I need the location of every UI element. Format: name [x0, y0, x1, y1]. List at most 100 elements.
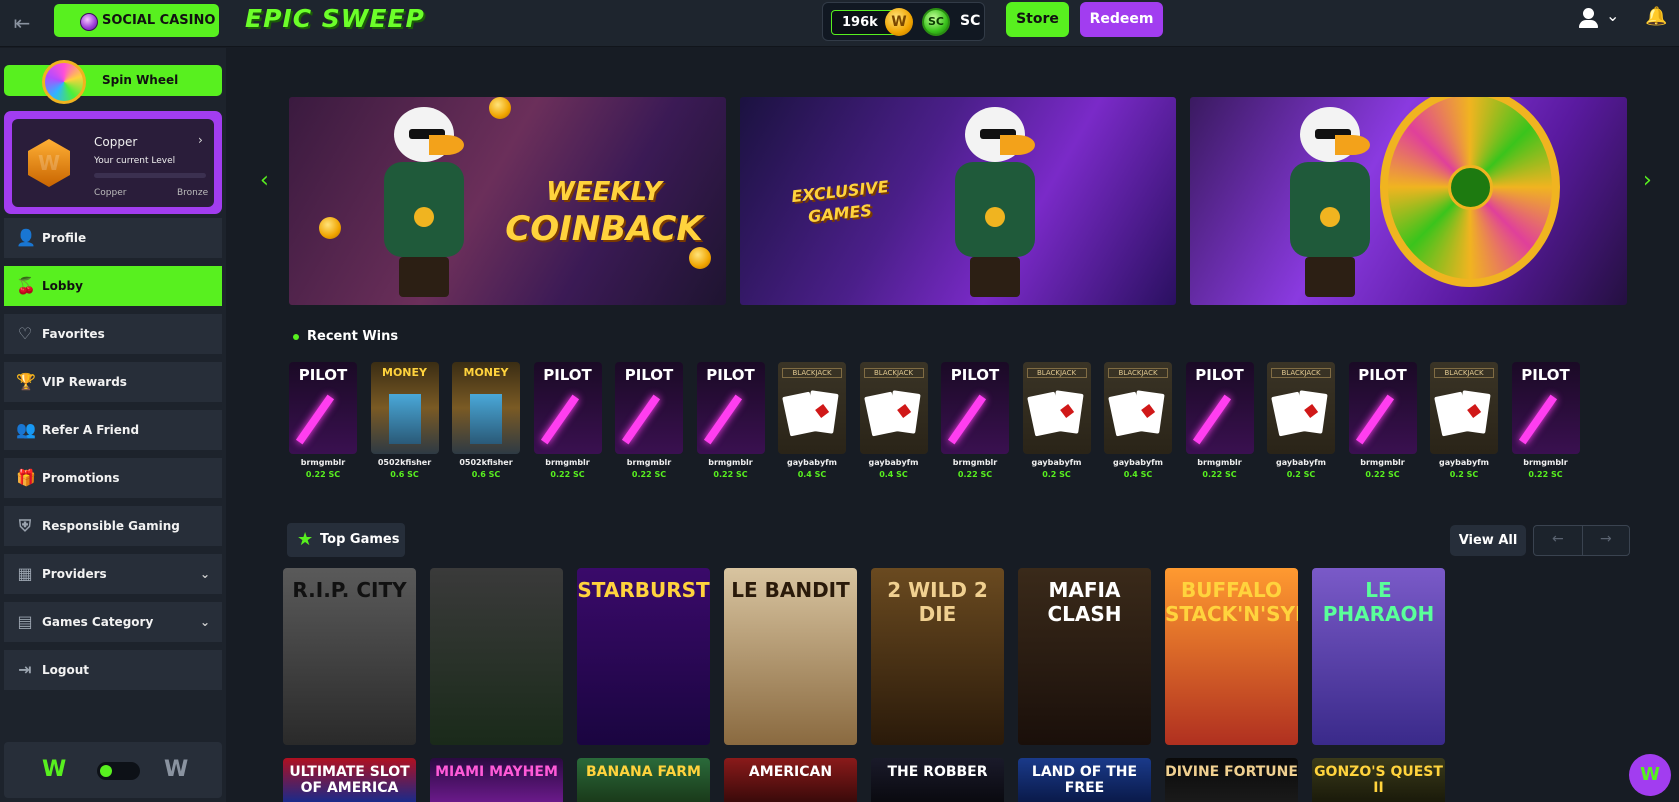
- sidebar-item-favorites[interactable]: ♡ Favorites: [4, 314, 222, 354]
- game-thumbnail[interactable]: PILOT: [1348, 362, 1417, 454]
- game-tile[interactable]: MAFIA CLASH: [1018, 568, 1151, 745]
- recent-win-item[interactable]: PILOT brmgmblr 0.22 SC: [941, 362, 1009, 479]
- sidebar-item-providers[interactable]: ▦ Providers ⌄: [4, 554, 222, 594]
- chevron-down-icon: ⌄: [199, 567, 210, 581]
- game-tile[interactable]: LAND OF THE FREE: [1018, 758, 1151, 802]
- recent-win-item[interactable]: PILOT brmgmblr 0.22 SC: [696, 362, 765, 479]
- carousel-next-icon[interactable]: ›: [1643, 168, 1652, 193]
- recent-win-item[interactable]: PILOT brmgmblr 0.22 SC: [1185, 362, 1254, 479]
- game-thumbnail[interactable]: BLACKJACK: [778, 362, 846, 454]
- game-tile[interactable]: STARBURST: [577, 568, 710, 745]
- game-thumbnail[interactable]: MONEY: [370, 362, 439, 454]
- game-thumbnail[interactable]: PILOT: [289, 362, 357, 454]
- recent-win-item[interactable]: PILOT brmgmblr 0.22 SC: [1511, 362, 1580, 479]
- recent-win-item[interactable]: BLACKJACK gaybabyfm 0.2 SC: [1022, 362, 1091, 479]
- winner-username: gaybabyfm: [1113, 458, 1163, 467]
- level-card[interactable]: W Copper › Your current Level Copper Bro…: [4, 111, 222, 214]
- game-tile[interactable]: BANANA FARM: [577, 758, 710, 802]
- win-amount: 0.22 SC: [1365, 470, 1400, 479]
- logo[interactable]: EPIC SWEEP: [245, 4, 425, 33]
- chevron-down-icon[interactable]: ⌄: [1606, 6, 1619, 25]
- game-tile[interactable]: [430, 568, 563, 745]
- win-amount: 0.22 SC: [713, 470, 748, 479]
- game-thumbnail[interactable]: PILOT: [696, 362, 765, 454]
- game-thumbnail[interactable]: BLACKJACK: [1267, 362, 1335, 454]
- game-title: BUFFALO STACK'N'SYNC: [1165, 578, 1298, 626]
- game-thumbnail[interactable]: PILOT: [1511, 362, 1580, 454]
- game-tile[interactable]: MIAMI MAYHEM: [430, 758, 563, 802]
- game-tile[interactable]: ULTIMATE SLOT OF AMERICA: [283, 758, 416, 802]
- sidebar-item-promotions[interactable]: 🎁 Promotions: [4, 458, 222, 498]
- game-thumbnail[interactable]: PILOT: [1185, 362, 1254, 454]
- game-thumbnail[interactable]: BLACKJACK: [1430, 362, 1498, 454]
- banner-spin-wheel[interactable]: [1190, 97, 1627, 305]
- game-logo-text: MONEY: [463, 366, 509, 379]
- game-tile[interactable]: 2 WILD 2 DIE: [871, 568, 1004, 745]
- recent-wins-title: Recent Wins: [307, 329, 399, 344]
- game-tile[interactable]: LE PHARAOH: [1312, 568, 1445, 745]
- banner-weekly-coinback[interactable]: WEEKLY COINBACK: [289, 97, 726, 305]
- sidebar-item-label: Games Category: [42, 615, 154, 629]
- game-tile[interactable]: BUFFALO STACK'N'SYNC: [1165, 568, 1298, 745]
- recent-win-item[interactable]: PILOT brmgmblr 0.22 SC: [289, 362, 357, 479]
- carousel-prev-icon[interactable]: ‹: [260, 168, 269, 193]
- sidebar-item-lobby[interactable]: 🍒 Lobby: [4, 266, 222, 306]
- eagle-mascot: [1275, 107, 1385, 297]
- game-thumbnail[interactable]: MONEY: [452, 362, 520, 454]
- game-tile[interactable]: AMERICAN: [724, 758, 857, 802]
- view-all-button[interactable]: View All: [1450, 525, 1526, 556]
- social-casino-button[interactable]: SOCIAL CASINO: [54, 4, 219, 37]
- recent-win-item[interactable]: PILOT brmgmblr 0.22 SC: [533, 362, 602, 479]
- sidebar-item-vip-rewards[interactable]: 🏆 VIP Rewards: [4, 362, 222, 402]
- prize-wheel-image: [1380, 97, 1560, 287]
- gold-coin-icon[interactable]: W: [885, 8, 913, 36]
- user-icon[interactable]: [1578, 8, 1598, 30]
- theme-toggle[interactable]: [97, 762, 140, 780]
- sidebar-item-logout[interactable]: ⇥ Logout: [4, 650, 222, 690]
- game-logo-text: PILOT: [1195, 366, 1244, 384]
- next-arrow-icon[interactable]: →: [1600, 531, 1612, 547]
- game-tile[interactable]: THE ROBBER: [871, 758, 1004, 802]
- game-thumbnail[interactable]: BLACKJACK: [1104, 362, 1172, 454]
- wallet-balance[interactable]: 196k W SC SC: [822, 2, 985, 41]
- game-thumbnail[interactable]: PILOT: [533, 362, 602, 454]
- game-tile[interactable]: DIVINE FORTUNE: [1165, 758, 1298, 802]
- recent-win-item[interactable]: PILOT brmgmblr 0.22 SC: [615, 362, 683, 479]
- sweep-coin-icon[interactable]: SC: [922, 8, 950, 36]
- sidebar-item-profile[interactable]: 👤 Profile: [4, 218, 222, 258]
- sidebar-item-refer-a-friend[interactable]: 👥 Refer A Friend: [4, 410, 222, 450]
- game-tile[interactable]: LE BANDIT: [724, 568, 857, 745]
- store-button[interactable]: Store: [1006, 2, 1069, 37]
- support-chat-button[interactable]: W: [1629, 754, 1671, 796]
- collapse-sidebar-icon[interactable]: ⇤: [10, 11, 34, 35]
- sidebar-item-games-category[interactable]: ▤ Games Category ⌄: [4, 602, 222, 642]
- star-icon: ★: [297, 529, 314, 550]
- recent-win-item[interactable]: MONEY 0502kfisher 0.6 SC: [370, 362, 439, 479]
- spin-wheel-button[interactable]: Spin Wheel: [4, 60, 222, 104]
- light-theme-icon[interactable]: W: [42, 757, 66, 782]
- recent-win-item[interactable]: BLACKJACK gaybabyfm 0.2 SC: [1267, 362, 1335, 479]
- sidebar-item-responsible-gaming[interactable]: ⛨ Responsible Gaming: [4, 506, 222, 546]
- win-amount: 0.22 SC: [550, 470, 585, 479]
- chevron-right-icon[interactable]: ›: [198, 133, 203, 147]
- sidebar-item-label: Providers: [42, 567, 107, 581]
- recent-win-item[interactable]: BLACKJACK gaybabyfm 0.4 SC: [1104, 362, 1172, 479]
- game-thumbnail[interactable]: BLACKJACK: [859, 362, 928, 454]
- wheel-icon: [42, 60, 86, 104]
- bell-icon[interactable]: 🔔: [1645, 6, 1667, 27]
- redeem-button[interactable]: Redeem: [1080, 2, 1163, 37]
- recent-win-item[interactable]: BLACKJACK gaybabyfm 0.4 SC: [778, 362, 846, 479]
- prev-arrow-icon[interactable]: ←: [1552, 531, 1564, 547]
- game-thumbnail[interactable]: PILOT: [941, 362, 1009, 454]
- recent-win-item[interactable]: PILOT brmgmblr 0.22 SC: [1348, 362, 1417, 479]
- dark-theme-icon[interactable]: W: [164, 757, 188, 782]
- game-thumbnail[interactable]: BLACKJACK: [1022, 362, 1091, 454]
- recent-win-item[interactable]: MONEY 0502kfisher 0.6 SC: [452, 362, 520, 479]
- game-tile[interactable]: GONZO'S QUEST II: [1312, 758, 1445, 802]
- game-thumbnail[interactable]: PILOT: [615, 362, 683, 454]
- game-tile[interactable]: R.I.P. CITY: [283, 568, 416, 745]
- recent-win-item[interactable]: BLACKJACK gaybabyfm 0.2 SC: [1430, 362, 1498, 479]
- sidebar: Spin Wheel W Copper › Your current Level…: [0, 48, 226, 802]
- recent-win-item[interactable]: BLACKJACK gaybabyfm 0.4 SC: [859, 362, 928, 479]
- banner-exclusive-games[interactable]: EXCLUSIVE GAMES: [740, 97, 1176, 305]
